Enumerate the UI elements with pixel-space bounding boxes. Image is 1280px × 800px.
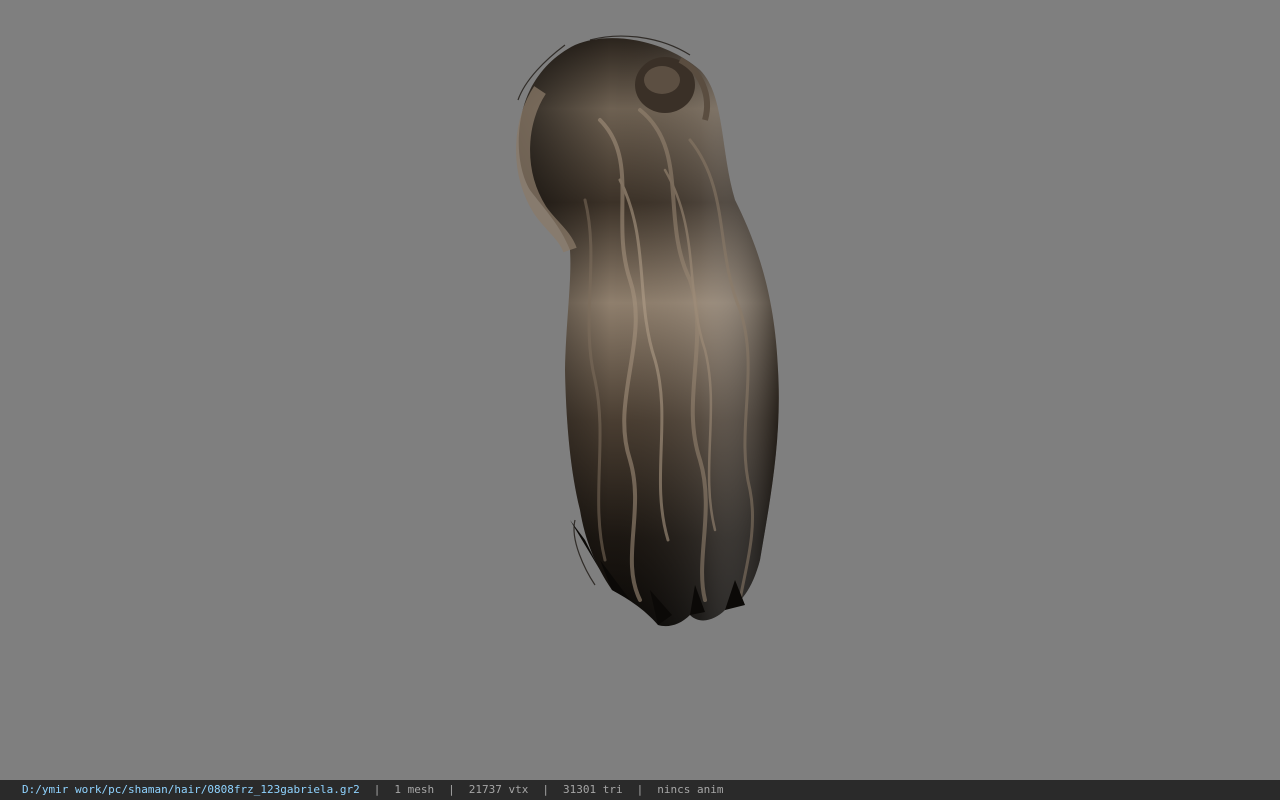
separator: | <box>636 783 644 796</box>
file-path: D:/ymir work/pc/shaman/hair/0808frz_123g… <box>22 783 360 796</box>
status-bar: D:/ymir work/pc/shaman/hair/0808frz_123g… <box>0 780 1280 800</box>
mesh-count: 1 mesh <box>394 783 435 796</box>
separator: | <box>373 783 381 796</box>
animation-status: nincs anim <box>657 783 724 796</box>
vertex-count: 21737 vtx <box>468 783 529 796</box>
separator: | <box>542 783 549 796</box>
triangle-count: 31301 tri <box>563 783 623 796</box>
separator: | <box>448 783 455 796</box>
hair-model-icon <box>516 35 779 627</box>
model-viewport[interactable] <box>0 0 1280 780</box>
